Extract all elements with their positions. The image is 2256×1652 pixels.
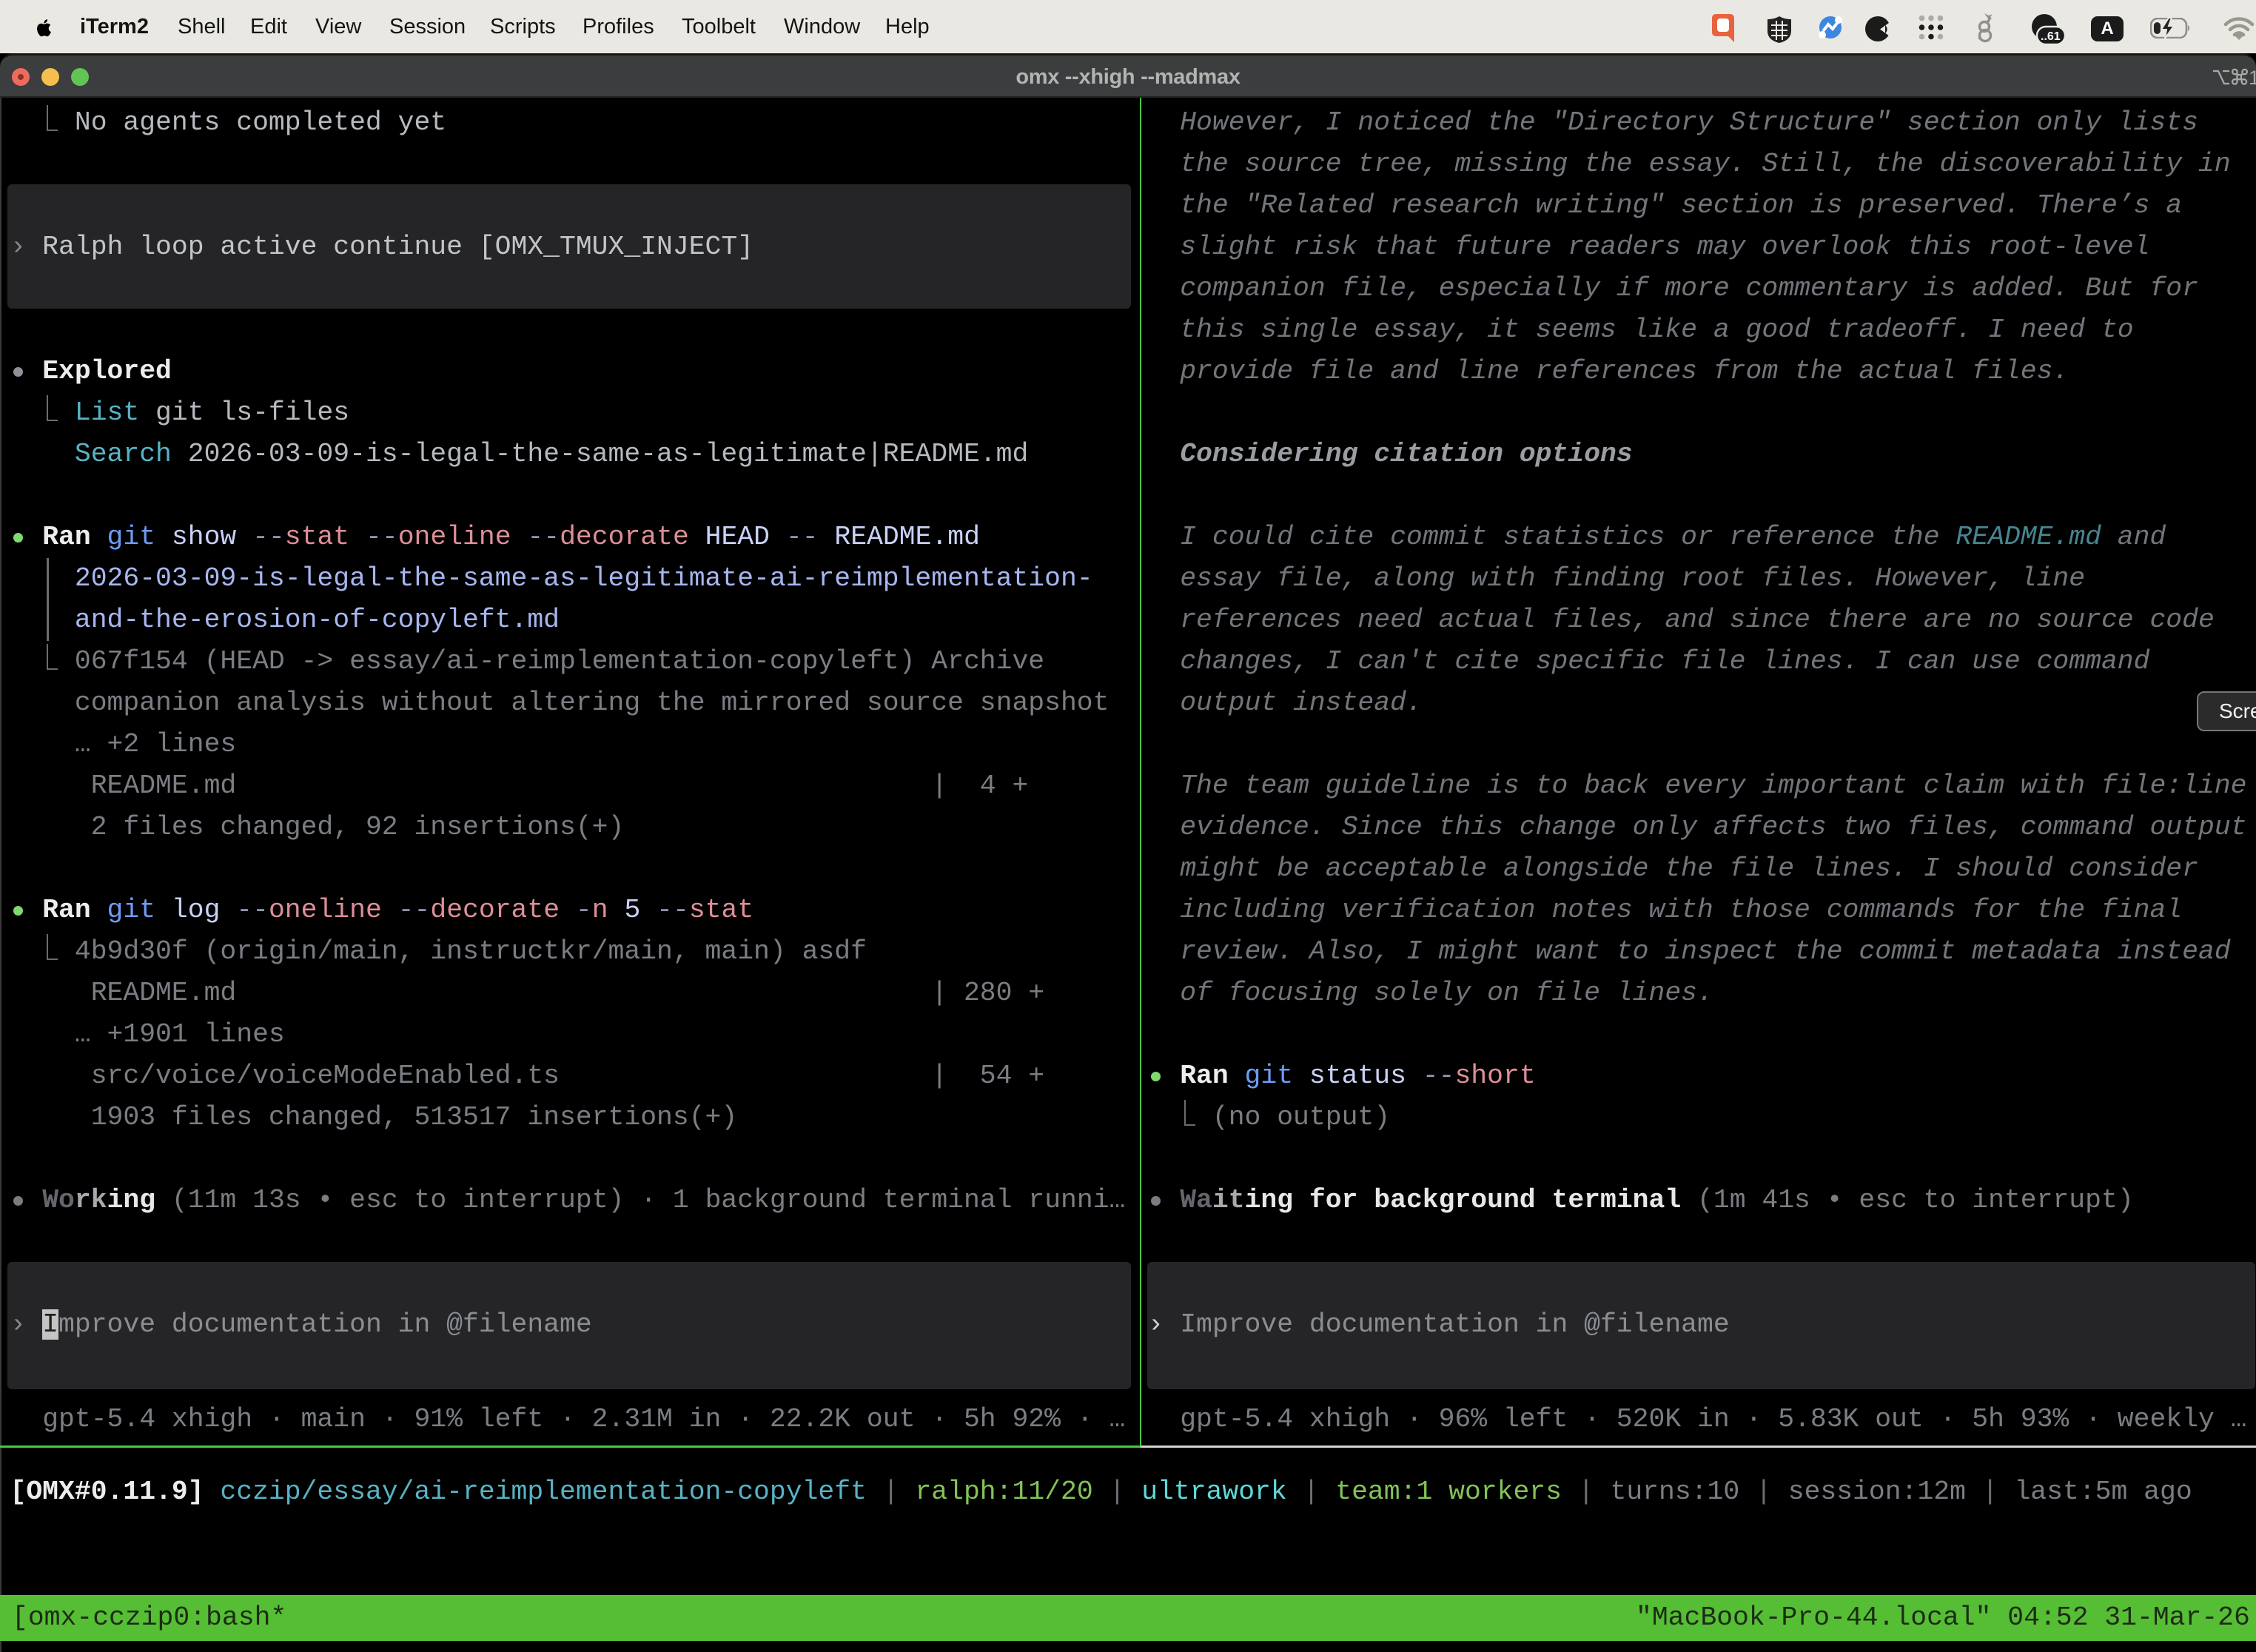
svg-text:..61: ..61 bbox=[2041, 30, 2061, 43]
svg-text:1: 1 bbox=[2249, 67, 2256, 89]
